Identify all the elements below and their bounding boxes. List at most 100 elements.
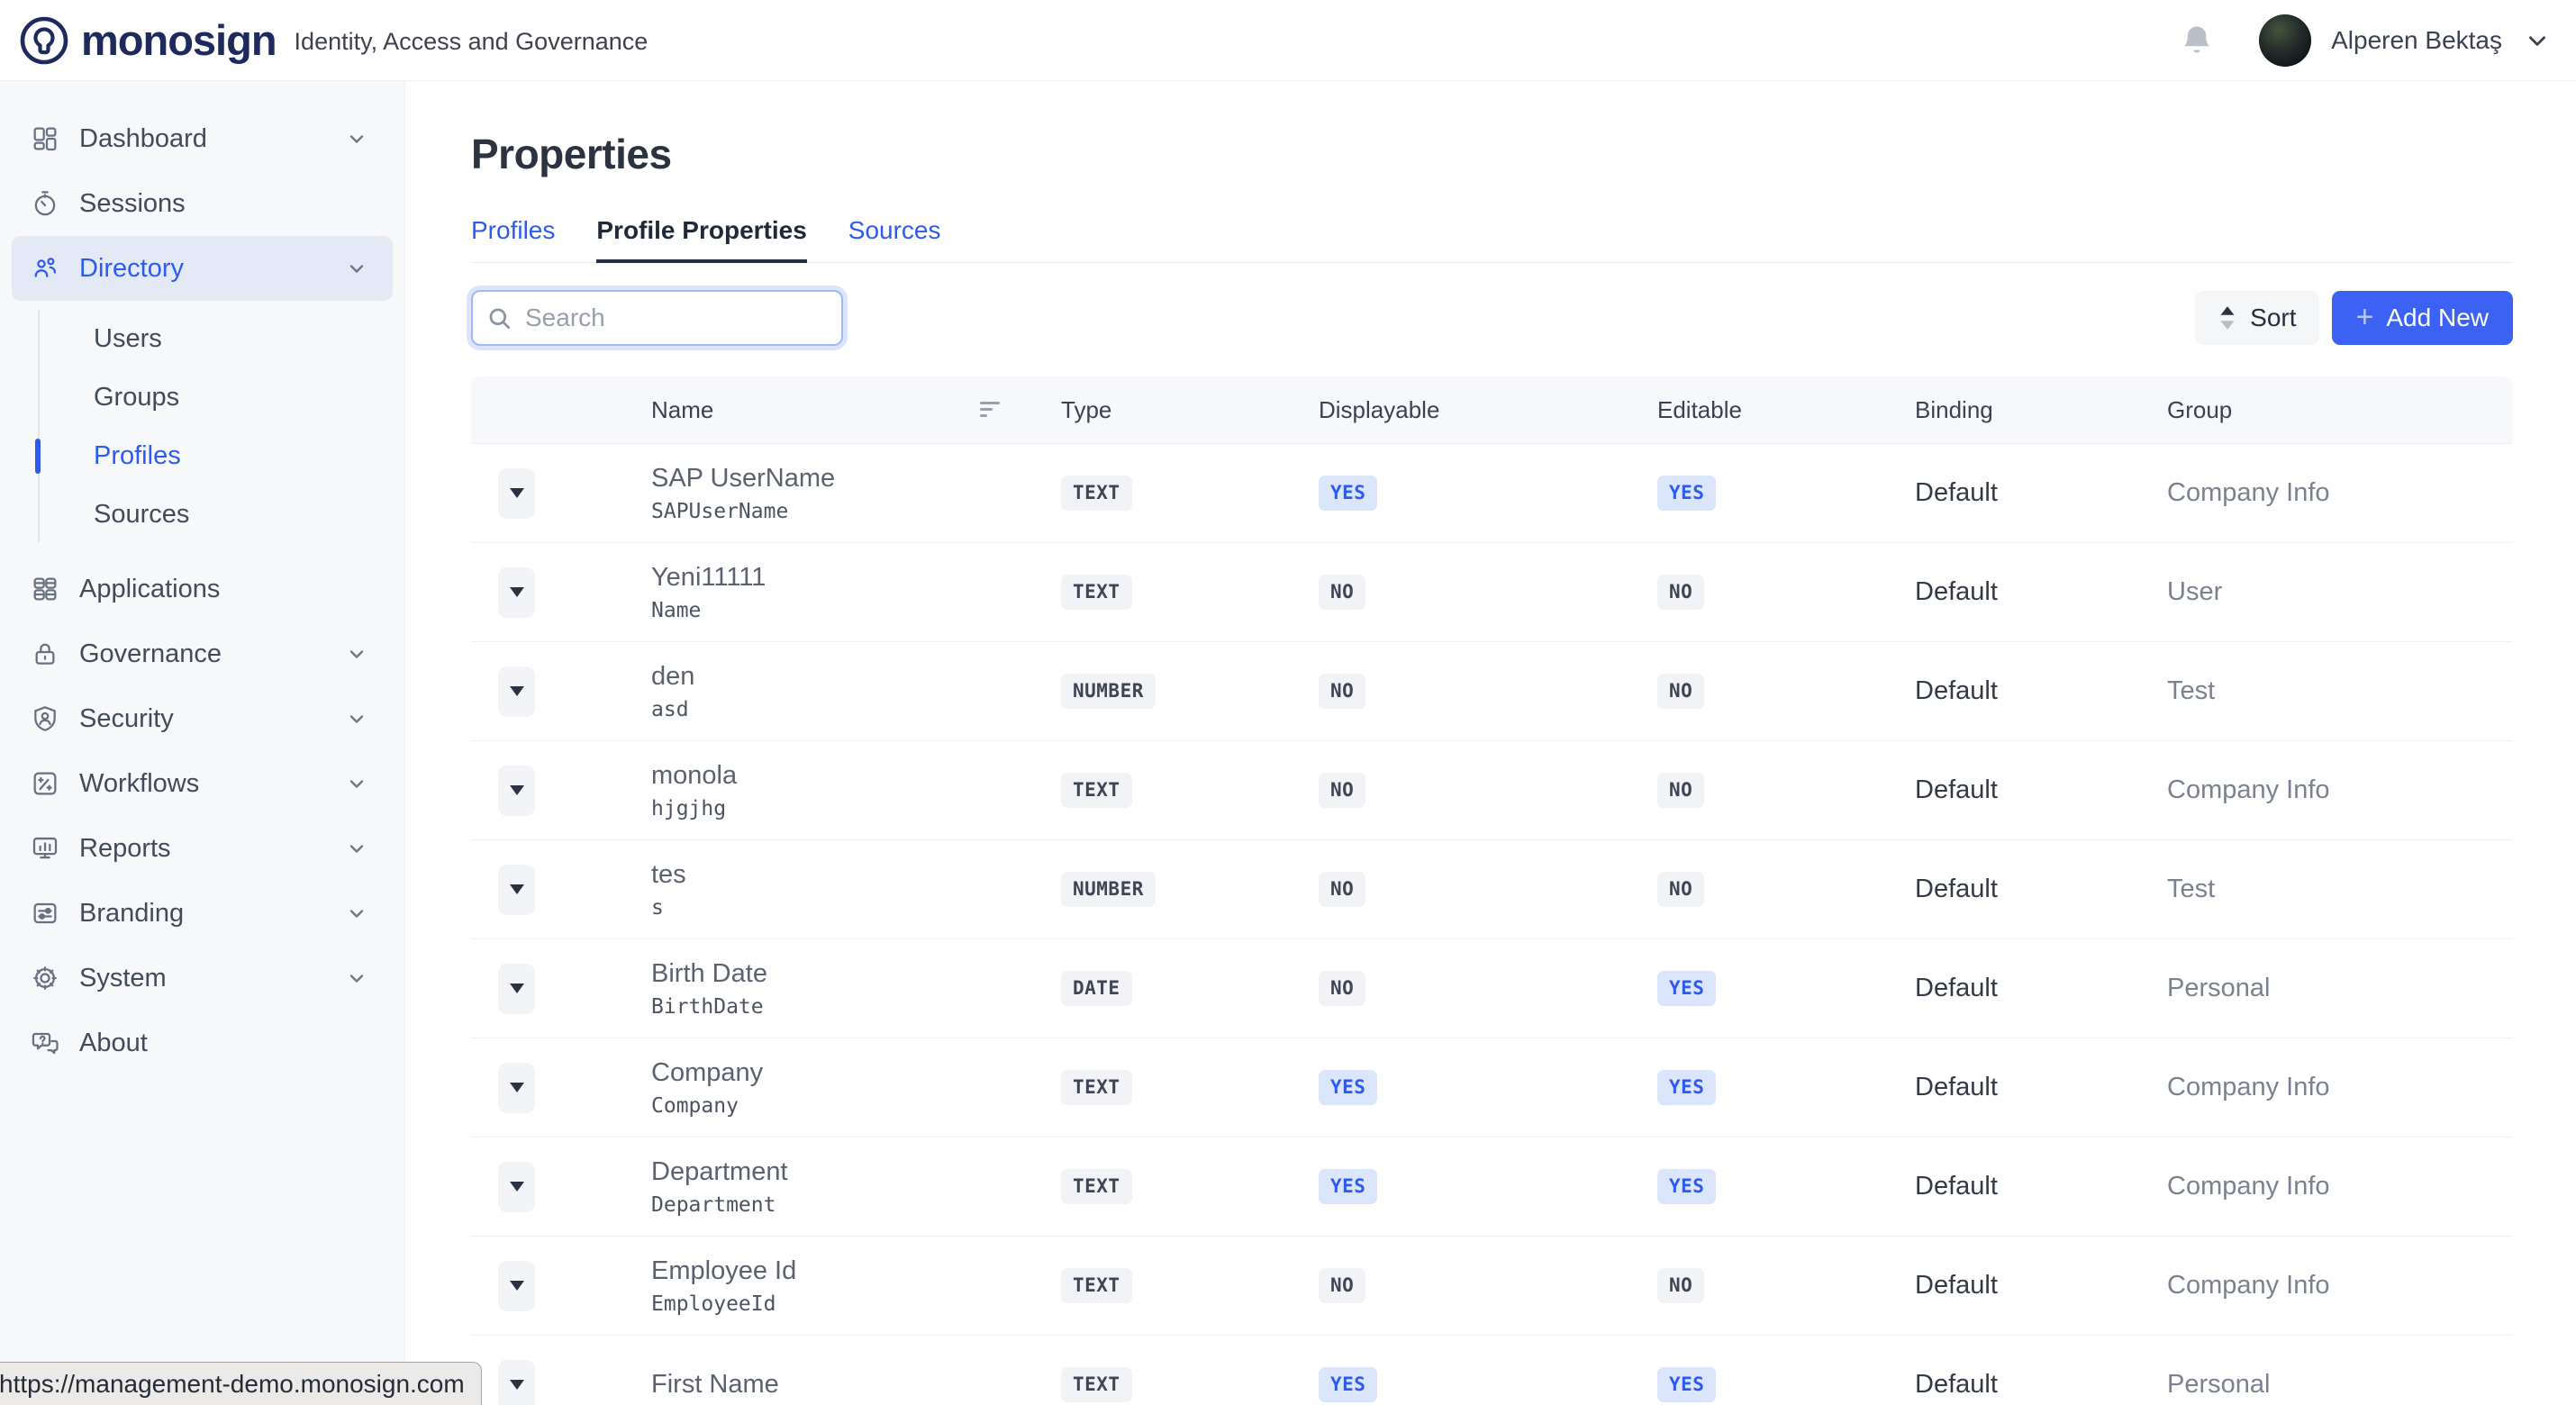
- sidebar-item-reports[interactable]: Reports: [12, 816, 393, 881]
- cell-name: monola hjgjhg: [651, 761, 1061, 820]
- caret-down-icon: [510, 1281, 524, 1291]
- property-key: Name: [651, 599, 1061, 622]
- cell-name: denasd: [651, 662, 1061, 721]
- applications-icon: [31, 575, 59, 603]
- cell-binding: Default: [1915, 1271, 2167, 1301]
- sidebar-item-profiles[interactable]: Profiles: [0, 427, 404, 485]
- column-header-name: Name: [651, 396, 1061, 424]
- tab-bar: Profiles Profile Properties Sources: [471, 216, 2513, 263]
- row-expand-button[interactable]: [498, 1261, 535, 1311]
- sidebar-item-users[interactable]: Users: [0, 310, 404, 368]
- sidebar-item-label: Security: [79, 704, 174, 734]
- toolbar: Sort + Add New: [471, 290, 2513, 346]
- cell-binding: Default: [1915, 875, 2167, 904]
- search-box[interactable]: [471, 290, 843, 346]
- property-key: asd: [651, 698, 1061, 721]
- editable-badge: YES: [1657, 1367, 1716, 1402]
- governance-icon: [31, 639, 59, 668]
- caret-down-icon: [510, 488, 524, 498]
- security-icon: [31, 704, 59, 733]
- cell-binding: Default: [1915, 577, 2167, 607]
- row-expand-button[interactable]: [498, 1162, 535, 1212]
- sidebar-item-dashboard[interactable]: Dashboard: [12, 106, 393, 171]
- cell-editable: YES: [1657, 1070, 1915, 1105]
- cell-type: NUMBER: [1061, 872, 1319, 907]
- row-expand-button[interactable]: [498, 766, 535, 816]
- main-content: Properties ProfilesProfile PropertiesSou…: [405, 81, 2576, 1405]
- sidebar-item-sources[interactable]: Sources: [0, 485, 404, 544]
- table-row[interactable]: tessNUMBERNONODefaultTest: [471, 839, 2513, 938]
- displayable-badge: NO: [1319, 1268, 1365, 1303]
- property-key: hjgjhg: [651, 797, 1061, 820]
- row-expand-button[interactable]: [498, 666, 535, 717]
- add-new-button-label: Add New: [2386, 304, 2489, 332]
- notifications-bell-icon[interactable]: [2181, 23, 2212, 58]
- chevron-down-icon: [346, 258, 367, 279]
- row-expand-button[interactable]: [498, 567, 535, 618]
- cell-displayable: NO: [1319, 674, 1657, 709]
- type-badge: TEXT: [1061, 1367, 1132, 1402]
- table-row[interactable]: denasdNUMBERNONODefaultTest: [471, 641, 2513, 740]
- row-expand-button[interactable]: [498, 865, 535, 915]
- cell-type: TEXT: [1061, 1268, 1319, 1303]
- chevron-down-icon: [346, 643, 367, 665]
- table-row[interactable]: First NameTEXTYESYESDefaultPersonal: [471, 1335, 2513, 1405]
- sidebar-item-groups[interactable]: Groups: [0, 368, 404, 427]
- table-row[interactable]: Employee IdEmployeeIdTEXTNONODefaultComp…: [471, 1236, 2513, 1335]
- cell-displayable: YES: [1319, 1367, 1657, 1402]
- cell-editable: NO: [1657, 575, 1915, 610]
- table-row[interactable]: DepartmentDepartmentTEXTYESYESDefaultCom…: [471, 1137, 2513, 1236]
- table-row[interactable]: CompanyCompanyTEXTYESYESDefaultCompany I…: [471, 1038, 2513, 1137]
- sidebar-item-system[interactable]: System: [12, 946, 393, 1011]
- name-sort-icon[interactable]: [980, 401, 1003, 419]
- sidebar-item-workflows[interactable]: Workflows: [12, 751, 393, 816]
- user-menu-chevron-icon[interactable]: [2526, 29, 2549, 52]
- add-new-button[interactable]: + Add New: [2332, 291, 2513, 345]
- sort-arrows-icon: [2218, 304, 2237, 331]
- row-expand-button[interactable]: [498, 1360, 535, 1405]
- table-row[interactable]: monolahjgjhgTEXTNONODefaultCompany Info: [471, 740, 2513, 839]
- brand-logo[interactable]: monosign Identity, Access and Governance: [18, 14, 648, 67]
- cell-group: Personal: [2167, 1370, 2513, 1400]
- table-row[interactable]: Yeni11111NameTEXTNONODefaultUser: [471, 542, 2513, 641]
- cell-group: Test: [2167, 676, 2513, 706]
- cell-editable: YES: [1657, 476, 1915, 511]
- sidebar-item-directory[interactable]: Directory: [12, 236, 393, 301]
- column-header-label: Displayable: [1319, 396, 1439, 424]
- property-key: Department: [651, 1193, 1061, 1217]
- table-row[interactable]: Birth DateBirthDateDATENOYESDefaultPerso…: [471, 938, 2513, 1038]
- type-badge: TEXT: [1061, 773, 1132, 808]
- sidebar-item-governance[interactable]: Governance: [12, 621, 393, 686]
- avatar[interactable]: [2259, 14, 2311, 67]
- chevron-down-icon: [346, 773, 367, 794]
- cell-binding: Default: [1915, 478, 2167, 508]
- property-name: tes: [651, 860, 1061, 890]
- cell-group: User: [2167, 577, 2513, 607]
- cell-type: TEXT: [1061, 476, 1319, 511]
- cell-name: DepartmentDepartment: [651, 1157, 1061, 1217]
- tab-profiles[interactable]: Profiles: [471, 216, 555, 263]
- sidebar-item-security[interactable]: Security: [12, 686, 393, 751]
- sort-button-label: Sort: [2250, 304, 2296, 332]
- sort-button[interactable]: Sort: [2195, 291, 2318, 345]
- displayable-badge: NO: [1319, 674, 1365, 709]
- sidebar-item-applications[interactable]: Applications: [12, 557, 393, 621]
- tab-profile-properties[interactable]: Profile Properties: [596, 216, 806, 263]
- chevron-down-icon: [346, 902, 367, 924]
- sidebar-item-sessions[interactable]: Sessions: [12, 171, 393, 236]
- search-input[interactable]: [525, 304, 850, 332]
- row-expand-button[interactable]: [498, 1063, 535, 1113]
- chevron-down-icon: [346, 708, 367, 730]
- sidebar-item-label: Applications: [79, 575, 220, 604]
- table-row[interactable]: SAP UserNameSAPUserNameTEXTYESYESDefault…: [471, 443, 2513, 542]
- tab-sources[interactable]: Sources: [848, 216, 941, 263]
- cell-binding: Default: [1915, 1172, 2167, 1201]
- editable-badge: YES: [1657, 476, 1716, 511]
- sidebar-item-about[interactable]: About: [12, 1011, 393, 1075]
- cell-type: TEXT: [1061, 575, 1319, 610]
- property-name: monola: [651, 761, 1061, 791]
- row-expand-button[interactable]: [498, 468, 535, 519]
- row-expand-button[interactable]: [498, 964, 535, 1014]
- brand-name: monosign: [81, 15, 277, 65]
- sidebar-item-branding[interactable]: Branding: [12, 881, 393, 946]
